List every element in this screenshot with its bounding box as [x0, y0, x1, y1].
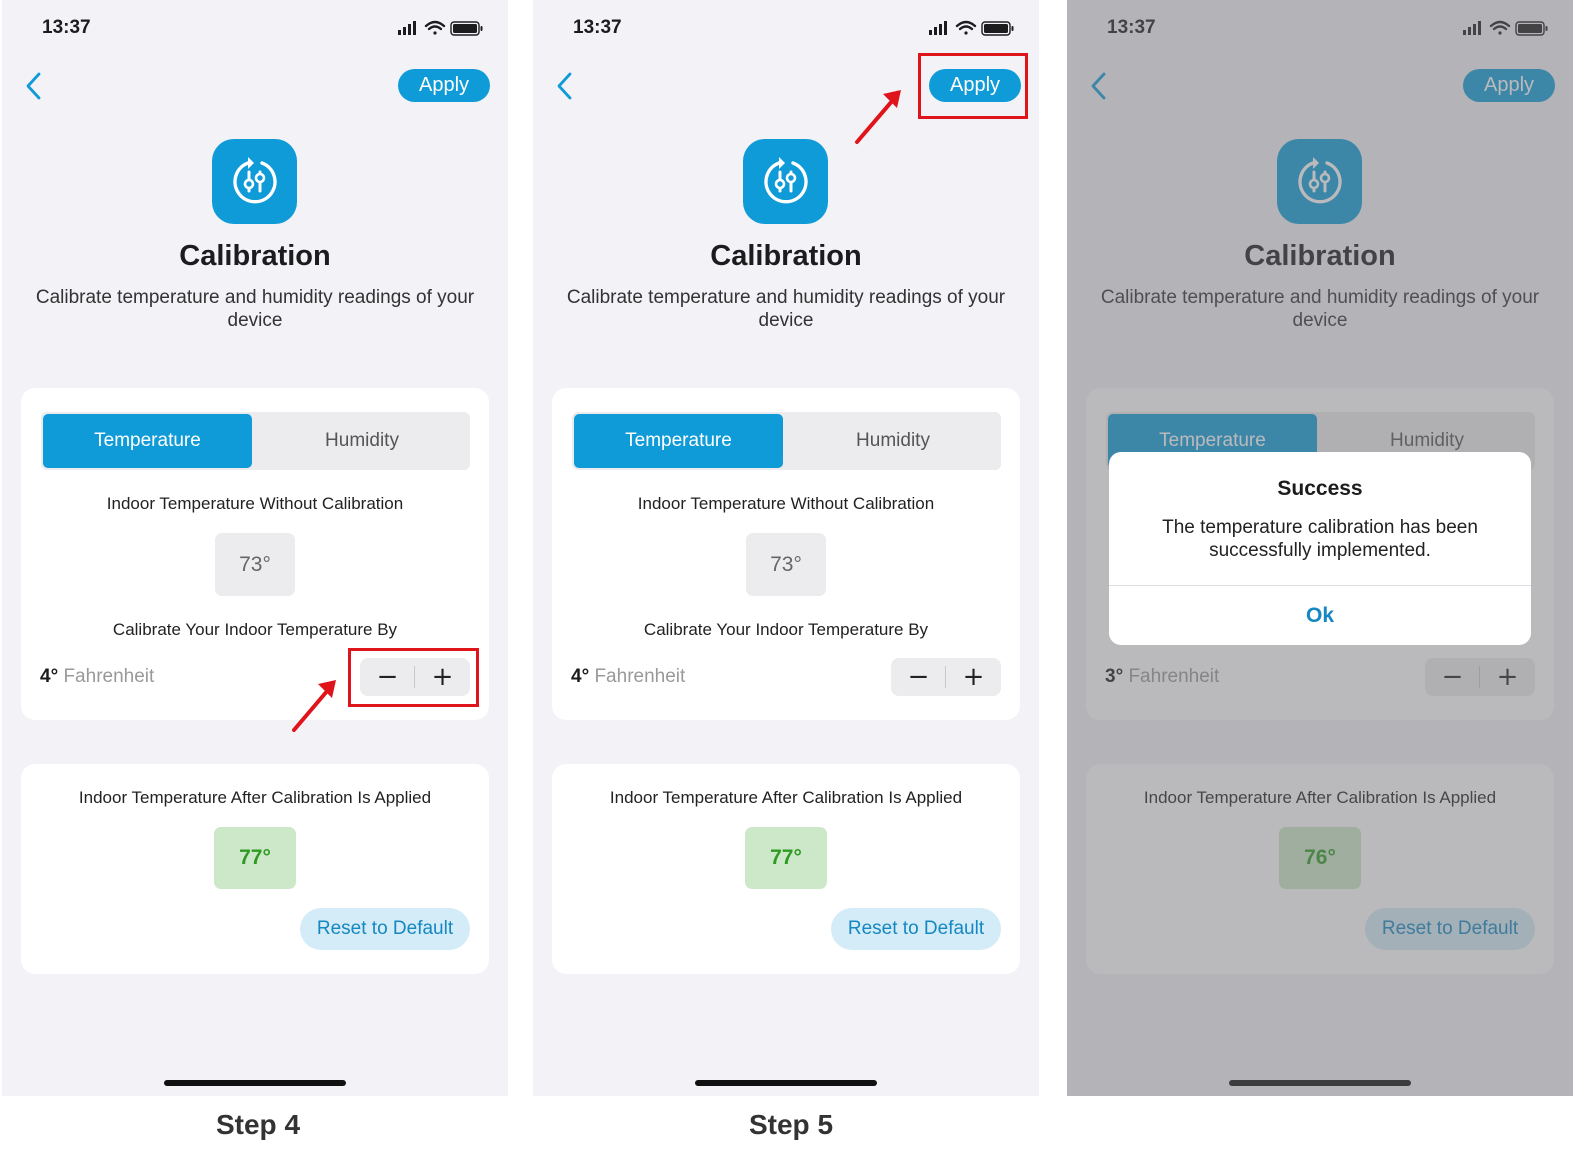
back-chevron-icon[interactable]	[20, 68, 50, 104]
dialog-title: Success	[1277, 477, 1363, 500]
tab-humidity[interactable]: Humidity	[256, 414, 468, 468]
calibration-app-icon	[212, 139, 297, 224]
tab-temperature[interactable]: Temperature	[574, 414, 783, 468]
apply-button[interactable]: Apply	[398, 69, 490, 102]
battery-icon	[450, 21, 483, 36]
calibrate-by-label: Calibrate Your Indoor Temperature By	[112, 620, 398, 639]
wifi-icon	[424, 20, 446, 35]
without-calibration-value: 73°	[215, 533, 295, 596]
battery-icon	[981, 21, 1014, 36]
stepper-highlight-box	[348, 648, 479, 707]
wifi-icon	[955, 20, 977, 35]
decrement-button[interactable]: −	[891, 658, 946, 696]
ok-button[interactable]: Ok	[1109, 586, 1531, 645]
success-dialog: Success The temperature calibration has …	[1109, 452, 1531, 645]
reset-to-default-button[interactable]: Reset to Default	[831, 908, 1001, 950]
status-icons	[929, 20, 1014, 36]
home-indicator	[695, 1080, 877, 1086]
page-subtitle: Calibrate temperature and humidity readi…	[566, 287, 1006, 331]
without-calibration-label: Indoor Temperature Without Calibration	[106, 494, 404, 513]
step-4-label: Step 4	[215, 1109, 301, 1140]
home-indicator	[164, 1080, 346, 1086]
after-calibration-label: Indoor Temperature After Calibration Is …	[78, 788, 432, 807]
arrow-annotation-icon	[292, 680, 336, 732]
step-5-label: Step 5	[748, 1109, 834, 1140]
offset-value: 4°	[571, 666, 590, 687]
page-title: Calibration	[710, 240, 862, 272]
signal-icon	[929, 21, 947, 35]
segmented-control: Temperature Humidity	[41, 412, 470, 470]
after-calibration-value: 77°	[745, 827, 827, 889]
calibration-icon	[233, 157, 277, 204]
signal-icon	[398, 21, 416, 35]
tab-humidity[interactable]: Humidity	[787, 414, 999, 468]
reset-to-default-button[interactable]: Reset to Default	[300, 908, 470, 950]
offset-readout: 4° Fahrenheit	[40, 666, 154, 688]
status-time: 13:37	[573, 17, 622, 38]
phone-screen-step5: 13:37 Apply Calibration Calibrate temper…	[533, 0, 1039, 1096]
after-calibration-value: 77°	[214, 827, 296, 889]
calibration-card: Temperature Humidity Indoor Temperature …	[552, 388, 1020, 720]
phone-screen-step4: 13:37 Apply Calibration Calibrate temper…	[2, 0, 508, 1096]
result-card: Indoor Temperature After Calibration Is …	[21, 764, 489, 974]
phone-screen-success: 13:37 Apply Calibration Calibrate temper…	[1067, 0, 1573, 1096]
calibration-app-icon	[743, 139, 828, 224]
offset-stepper: − +	[891, 658, 1001, 696]
offset-readout: 4° Fahrenheit	[571, 666, 685, 688]
apply-highlight-box	[918, 53, 1028, 119]
without-calibration-value: 73°	[746, 533, 826, 596]
page-title: Calibration	[179, 240, 331, 272]
without-calibration-label: Indoor Temperature Without Calibration	[637, 494, 935, 513]
calibrate-by-label: Calibrate Your Indoor Temperature By	[643, 620, 929, 639]
result-card: Indoor Temperature After Calibration Is …	[552, 764, 1020, 974]
dialog-message: The temperature calibration has been suc…	[1162, 517, 1478, 561]
back-chevron-icon[interactable]	[551, 68, 581, 104]
arrow-annotation-icon	[855, 90, 901, 144]
status-icons	[398, 20, 483, 36]
status-time: 13:37	[42, 17, 91, 38]
after-calibration-label: Indoor Temperature After Calibration Is …	[609, 788, 963, 807]
calibration-icon	[764, 157, 808, 204]
tab-temperature[interactable]: Temperature	[43, 414, 252, 468]
page-subtitle: Calibrate temperature and humidity readi…	[35, 287, 475, 331]
offset-unit: Fahrenheit	[594, 666, 686, 687]
increment-button[interactable]: +	[946, 658, 1001, 696]
segmented-control: Temperature Humidity	[572, 412, 1001, 470]
offset-unit: Fahrenheit	[63, 666, 155, 687]
offset-value: 4°	[40, 666, 59, 687]
